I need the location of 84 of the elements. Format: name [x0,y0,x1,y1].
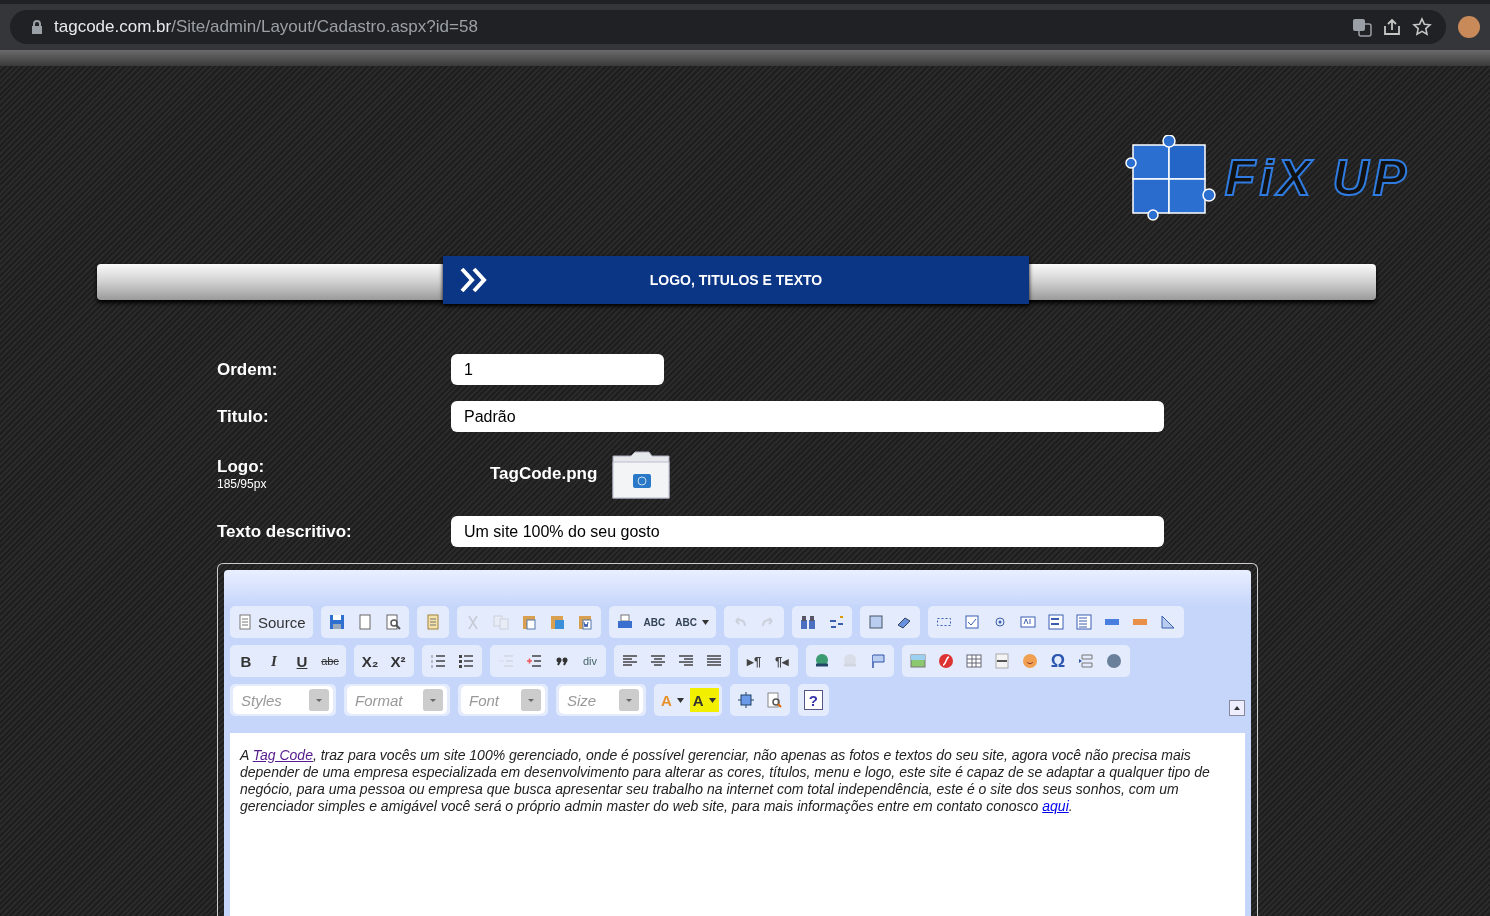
star-icon[interactable] [1412,17,1432,37]
spell-button[interactable]: ABC [639,610,670,634]
bold-button[interactable]: B [233,649,259,673]
clipboard-icon [520,614,537,630]
triangle-field-icon [1159,614,1176,630]
field-label: Titulo: [217,406,270,427]
profile-avatar[interactable] [1458,16,1480,38]
text-area-icon [1047,614,1064,630]
magnifier-page-icon [765,692,782,708]
magnifier-page-icon [384,614,401,630]
numbered-list-icon [430,653,446,669]
printer-icon [616,614,633,630]
rtl-button[interactable]: ¶◂ [769,649,795,673]
folder-icon[interactable] [611,448,672,500]
field-label: Ordem: [217,359,279,380]
size-hint: 185/95px [217,477,268,491]
text-field[interactable]: 1 [451,354,664,385]
justify-icon [706,653,722,669]
text-link[interactable]: aqui [1042,798,1069,814]
dropdown-placeholder: Size [567,691,597,709]
editor-content[interactable] [230,733,1245,916]
banner-title: LOGO, TITULOS E TEXTO [648,272,824,288]
dropdown-placeholder: Format [355,691,403,709]
special-button[interactable]: Ω [1045,649,1071,673]
file-name: TagCode.png [490,464,598,484]
caret-icon [708,697,716,703]
text-field[interactable]: Padrão [451,401,1164,432]
text-field[interactable]: Um site 100% do seu gosto [451,516,1164,547]
page-icon [237,614,253,630]
globe-icon [1106,653,1122,669]
flag-icon [870,653,886,669]
spellmenu-button[interactable]: ABC [671,610,713,634]
underline-button[interactable]: U [289,649,315,673]
binoculars-icon [799,614,816,630]
caret-icon [423,689,443,711]
caret-icon [676,697,684,703]
page-break-icon [1078,653,1094,669]
clipboard-icon [576,614,593,630]
select-frame-icon [867,614,884,630]
lock-icon [30,17,44,37]
editor-paragraph: A Tag Code, traz para vocês um site 100% gerenciado, onde é possível gerenciar, não apenas as fotos e textos do seu site, agora você não precisa mais depender de uma empresa especializada em desenvolvimento para alterar as cores, títulos, menu e logo, este site é capaz de se adaptar a qualquer tipo de negócio, para uma pessoa ou empresa que busca apresentar seu trabalho na internet com total independência, este é o site dos seus sonhos, com um gerenciador simples e amigável você será o próprio admin master do web site, para mais informações entre em contato conosco aqui. [240,747,1211,815]
document-icon [424,614,441,630]
dropdown-placeholder: Font [469,691,499,709]
ltr-button[interactable]: ▸¶ [741,649,767,673]
smiley-icon [1022,653,1038,669]
collapse-icon[interactable] [1229,700,1245,716]
copy-icon [492,614,509,630]
checkbox-icon [963,614,980,630]
caret-icon [309,689,329,711]
caret-icon [619,689,639,711]
div-button[interactable]: div [577,649,603,673]
italic-button[interactable]: I [261,649,287,673]
logo-text: FiX UP [1224,149,1410,207]
puzzle-icon [1124,135,1217,221]
field-label: Logo: [217,457,266,477]
bgcolor-button[interactable]: A [689,688,719,712]
share-icon[interactable] [1382,17,1402,37]
align-right-icon [678,653,694,669]
swirl-circle-icon [938,653,954,669]
align-left-icon [622,653,638,669]
floppy-icon [328,614,345,630]
maximize-icon [737,692,754,708]
translate-icon[interactable] [1352,17,1372,37]
caret-icon [521,689,541,711]
bullet-list-icon [458,653,474,669]
indent-icon [526,653,542,669]
text-field-icon [1019,614,1036,630]
text-swap-icon [827,614,844,630]
field-label: Texto descritivo: [217,521,353,542]
dropdown-placeholder: Styles [241,691,282,709]
table-icon [966,653,982,669]
list-box-icon [1075,614,1092,630]
superscript-button[interactable]: X² [385,649,411,673]
clipboard-icon [548,614,565,630]
blank-page-icon [356,614,373,630]
picture-icon [910,653,926,669]
align-center-icon [650,653,666,669]
text-link[interactable]: Tag Code [252,747,313,763]
caret-icon [701,619,709,625]
about-button[interactable]: ? [803,690,823,710]
address-bar[interactable]: tagcode.com.br/Site/admin/Layout/Cadastro.aspx?id=58 [10,10,1446,44]
strike-button[interactable]: abc [317,649,343,673]
url-text: tagcode.com.br/Site/admin/Layout/Cadastro.aspx?id=58 [54,17,479,37]
subscript-button[interactable]: X₂ [357,649,383,673]
